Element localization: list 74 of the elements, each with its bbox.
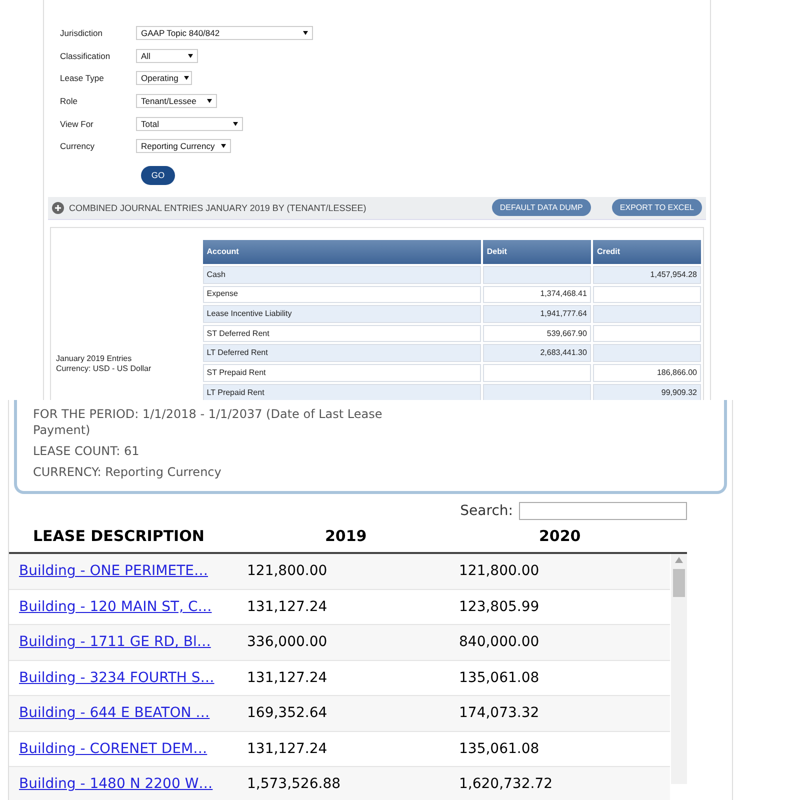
table-cell-text: 121,800.00 bbox=[459, 563, 540, 580]
table-cell-text: 135,061.08 bbox=[459, 670, 540, 686]
table-cell: 2,683,441.30 bbox=[482, 344, 591, 362]
column-header: 2019 bbox=[324, 527, 368, 545]
scroll-up-icon[interactable] bbox=[675, 557, 683, 563]
lease-link[interactable]: Building - 1711 GE RD, Bl… bbox=[19, 634, 211, 650]
table-cell: 1,457,954.28 bbox=[592, 266, 701, 284]
filter-label: Role bbox=[60, 96, 78, 106]
header-button[interactable]: DEFAULT DATA DUMP bbox=[492, 199, 591, 216]
table-cell-text: 169,352.64 bbox=[247, 705, 328, 722]
filter-label: Jurisdiction bbox=[60, 28, 104, 38]
filter-label: View For bbox=[60, 118, 94, 129]
table-cell-text: 1,573,526.88 bbox=[247, 776, 342, 792]
dropdown[interactable]: Reporting Currency bbox=[136, 139, 231, 154]
summary-text: FOR THE PERIOD: 1/1/2018 - 1/1/2037 (Date of Last Lease Payment) bbox=[33, 406, 384, 438]
dropdown[interactable]: All bbox=[136, 48, 198, 63]
table-cell-text: 131,127.24 bbox=[247, 670, 328, 686]
search-field[interactable] bbox=[519, 502, 687, 520]
table-cell: 539,667.90 bbox=[482, 324, 591, 342]
caret-icon bbox=[221, 144, 226, 148]
table-cell: ST Deferred Rent bbox=[202, 324, 481, 342]
search-label: Search: bbox=[460, 503, 513, 519]
caption-text: Currency: USD - US Dollar bbox=[56, 364, 152, 374]
lease-link[interactable]: Building - 1480 N 2200 W… bbox=[19, 776, 213, 792]
dropdown[interactable]: GAAP Topic 840/842 bbox=[136, 26, 313, 40]
table-cell-text: 135,061.08 bbox=[459, 740, 540, 757]
table-cell: 1,941,777.64 bbox=[482, 305, 591, 323]
caret-icon bbox=[303, 31, 308, 36]
table-cell-text: 1,620,732.72 bbox=[459, 776, 554, 792]
lease-link[interactable]: Building - 644 E BEATON … bbox=[19, 705, 210, 722]
table-cell: Expense bbox=[202, 286, 481, 304]
plus-icon[interactable] bbox=[52, 202, 64, 214]
scrollbar-thumb[interactable] bbox=[673, 569, 685, 597]
column-header: LEASE DESCRIPTION bbox=[32, 527, 206, 545]
table-cell-text: 840,000.00 bbox=[459, 634, 540, 650]
column-header: 2020 bbox=[538, 527, 582, 545]
dropdown[interactable]: Operating bbox=[136, 71, 192, 86]
filter-label: Currency bbox=[60, 141, 96, 152]
lease-link[interactable]: Building - CORENET DEM… bbox=[19, 740, 208, 757]
table-cell: 186,866.00 bbox=[592, 364, 701, 382]
table-cell-text: 131,127.24 bbox=[247, 740, 328, 757]
table-cell-text: 123,805.99 bbox=[459, 598, 540, 615]
table-cell: LT Deferred Rent bbox=[202, 344, 481, 362]
go-button[interactable]: GO bbox=[141, 166, 175, 185]
caret-icon bbox=[233, 122, 238, 126]
column-header: Account bbox=[202, 240, 481, 264]
header-button[interactable]: EXPORT TO EXCEL bbox=[612, 199, 702, 216]
scrollbar[interactable] bbox=[671, 554, 687, 784]
section-title: COMBINED JOURNAL ENTRIES JANUARY 2019 BY (TENANT/LESSEE) bbox=[69, 202, 368, 213]
table-cell: ST Prepaid Rent bbox=[202, 364, 481, 382]
filter-label: Classification bbox=[60, 50, 112, 61]
table-cell: Lease Incentive Liability bbox=[202, 305, 481, 323]
column-header: Debit bbox=[482, 240, 591, 264]
column-header: Credit bbox=[592, 240, 701, 264]
caret-icon bbox=[207, 99, 212, 104]
caret-icon bbox=[184, 76, 190, 80]
table-cell-text: 174,073.32 bbox=[459, 705, 540, 722]
summary-text: CURRENCY: Reporting Currency bbox=[33, 464, 222, 480]
table-cell-text: 121,800.00 bbox=[247, 563, 328, 580]
table-cell: LT Prepaid Rent bbox=[202, 384, 481, 400]
caret-icon bbox=[188, 54, 193, 58]
summary-text: LEASE COUNT: 61 bbox=[33, 443, 140, 459]
table-cell: Cash bbox=[202, 266, 481, 284]
lease-link[interactable]: Building - 120 MAIN ST, C… bbox=[19, 598, 212, 615]
table-cell-text: 131,127.24 bbox=[247, 598, 328, 615]
dropdown[interactable]: Tenant/Lessee bbox=[136, 94, 217, 108]
dropdown[interactable]: Total bbox=[136, 116, 243, 131]
lease-link[interactable]: Building - 3234 FOURTH S… bbox=[19, 670, 214, 686]
table-cell: 1,374,468.41 bbox=[482, 286, 591, 304]
filter-label: Lease Type bbox=[60, 73, 105, 84]
caption-text: January 2019 Entries bbox=[56, 354, 133, 364]
table-cell-text: 336,000.00 bbox=[247, 634, 328, 650]
lease-link[interactable]: Building - ONE PERIMETE… bbox=[19, 563, 208, 580]
table-cell: 99,909.32 bbox=[592, 384, 701, 400]
